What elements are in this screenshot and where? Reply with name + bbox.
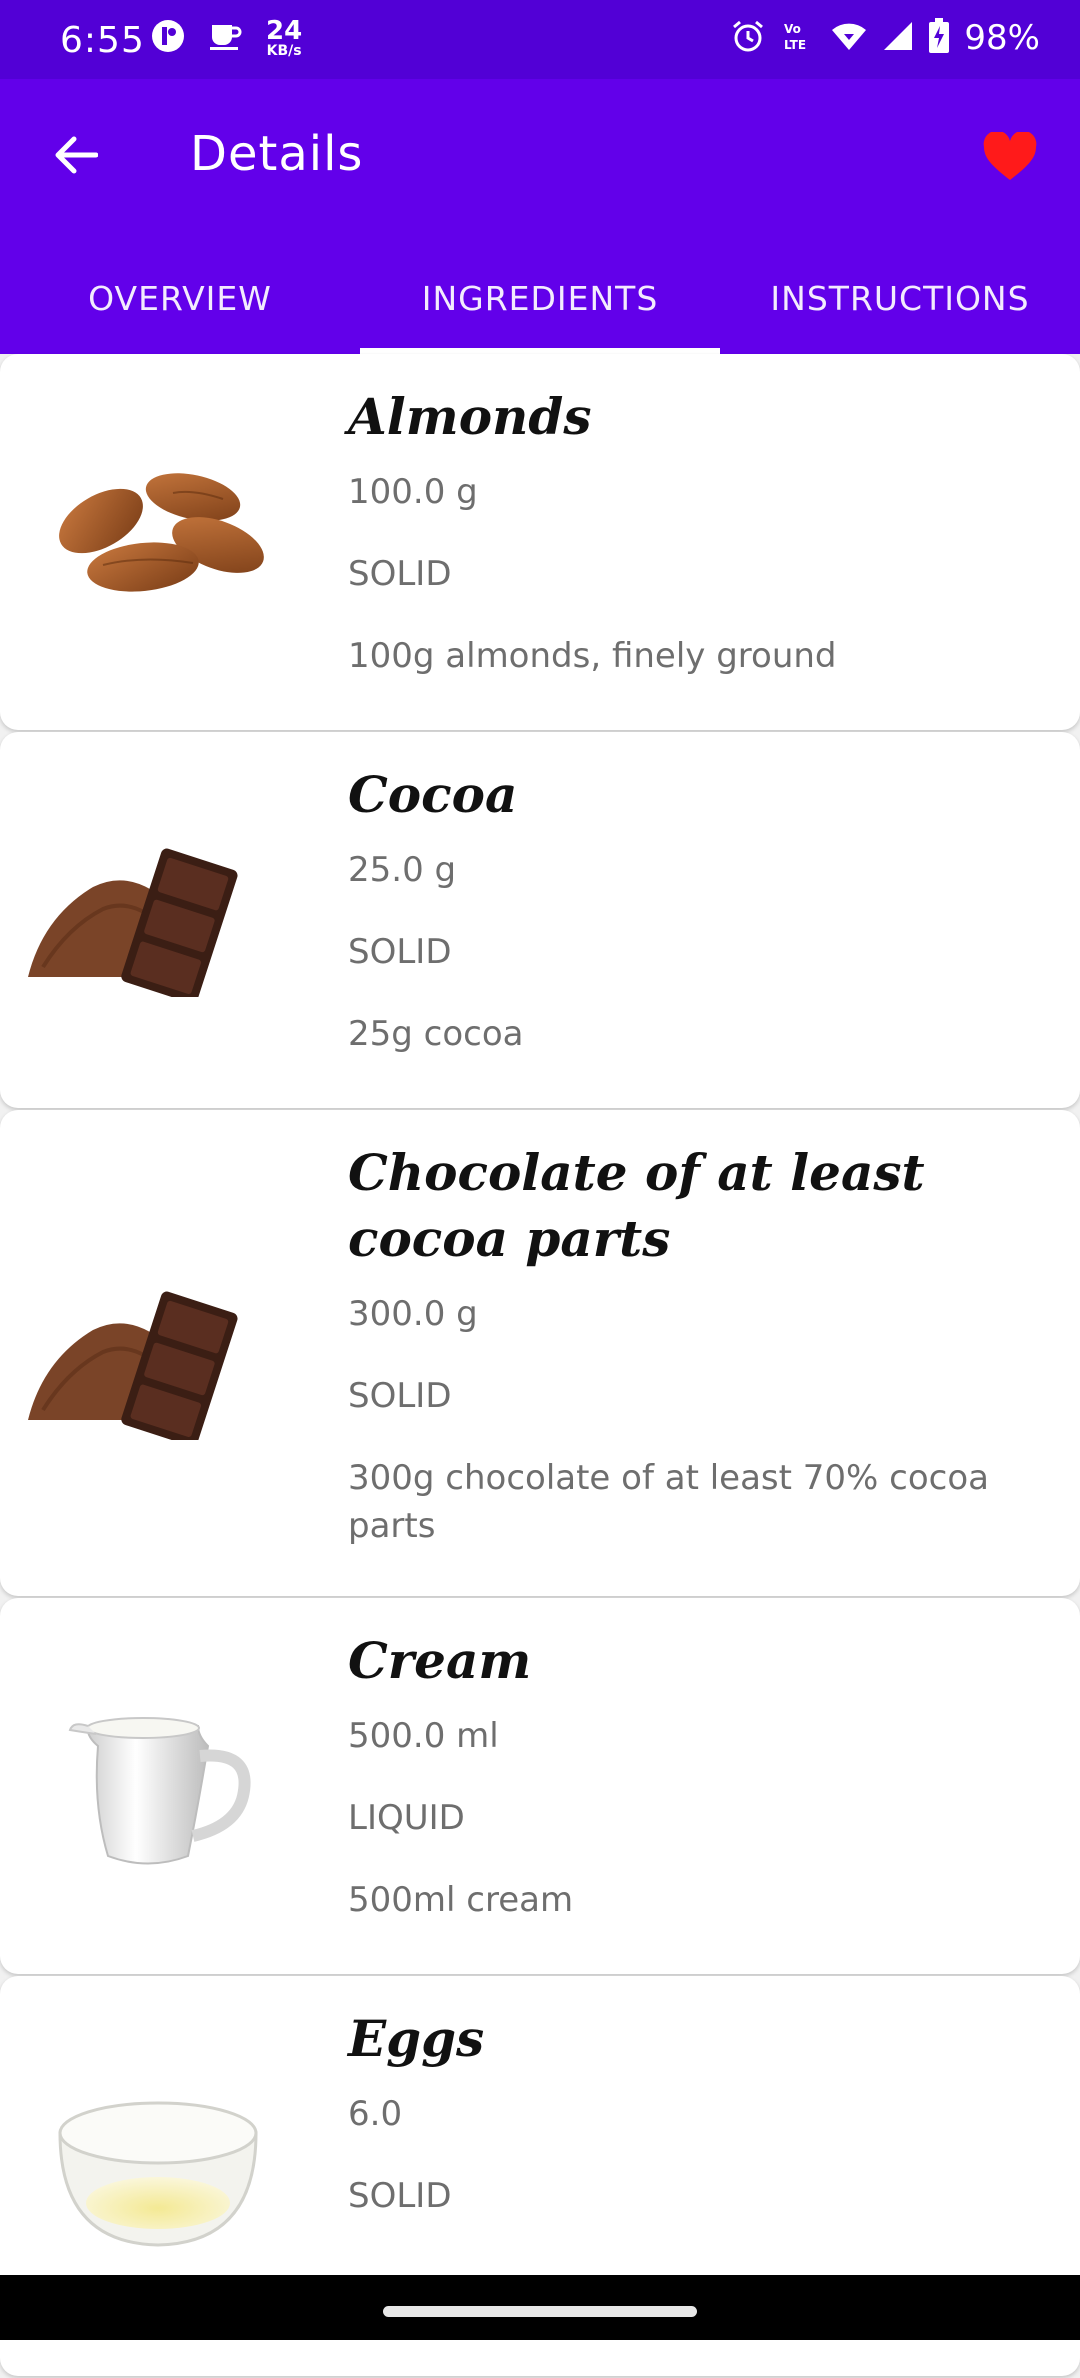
svg-text:Vo: Vo <box>784 22 801 36</box>
battery-charging-icon <box>928 18 950 58</box>
sync-icon <box>150 18 186 58</box>
ingredient-card[interactable]: Cocoa 25.0 g SOLID 25g cocoa <box>0 732 1080 1108</box>
volte-icon: Vo LTE <box>780 19 816 57</box>
home-gesture-handle[interactable] <box>383 2306 697 2317</box>
almonds-image <box>20 434 295 634</box>
ingredient-name: Chocolate of at least cocoa parts <box>348 1143 925 1268</box>
arrow-left-icon <box>55 136 98 174</box>
svg-text:LTE: LTE <box>784 38 806 52</box>
ingredient-name: Almonds <box>348 387 592 446</box>
ingredient-quantity: 25.0 g <box>348 850 457 890</box>
ingredient-description: 300g chocolate of at least 70% cocoa par… <box>348 1458 989 1546</box>
ingredient-details: Cocoa 25.0 g SOLID 25g cocoa <box>348 732 1080 1088</box>
tab-ingredients[interactable]: INGREDIENTS <box>360 253 720 354</box>
status-time: 6:55 <box>60 20 145 61</box>
cocoa-image <box>20 812 295 1012</box>
app-bar: Details OVERVIEW INGREDIENTS INSTRUCTION… <box>0 79 1080 354</box>
ingredient-card[interactable]: Cream 500.0 ml LIQUID 500ml cream <box>0 1598 1080 1974</box>
coffee-cup-icon <box>208 19 244 57</box>
battery-percent: 98% <box>964 18 1040 58</box>
ingredient-quantity: 100.0 g <box>348 472 478 512</box>
net-speed-indicator: 24 KB/s <box>266 18 302 58</box>
ingredient-type: SOLID <box>348 2176 452 2216</box>
tab-overview[interactable]: OVERVIEW <box>0 253 360 354</box>
ingredient-card[interactable]: Almonds 100.0 g SOLID 100g almonds, fine… <box>0 354 1080 730</box>
egg-bowl-image <box>20 2068 295 2268</box>
ingredient-type: SOLID <box>348 932 452 972</box>
ingredient-description: 500ml cream <box>348 1880 574 1920</box>
ingredient-details: Almonds 100.0 g SOLID 100g almonds, fine… <box>348 354 1080 710</box>
status-left-icons: 24 KB/s <box>150 18 302 58</box>
ingredient-quantity: 300.0 g <box>348 1294 478 1334</box>
ingredient-name: Eggs <box>348 2009 485 2068</box>
system-nav-bar <box>0 2275 1080 2340</box>
ingredient-type: SOLID <box>348 554 452 594</box>
ingredient-card[interactable]: Chocolate of at least cocoa parts 300.0 … <box>0 1110 1080 1596</box>
cell-signal-icon <box>882 20 914 56</box>
ingredient-name: Cocoa <box>348 765 518 824</box>
ingredient-type: LIQUID <box>348 1798 465 1838</box>
ingredient-details: Chocolate of at least cocoa parts 300.0 … <box>348 1110 1080 1580</box>
ingredient-details: Eggs 6.0 SOLID <box>348 1976 1080 2250</box>
ingredient-quantity: 500.0 ml <box>348 1716 499 1756</box>
ingredient-description: 100g almonds, finely ground <box>348 636 837 676</box>
status-bar: 6:55 24 KB/s Vo LTE 98% <box>0 0 1080 79</box>
back-button[interactable] <box>40 115 110 195</box>
net-speed-unit: KB/s <box>266 43 302 59</box>
cocoa-image <box>20 1255 295 1455</box>
favorite-button[interactable] <box>970 119 1050 195</box>
ingredient-quantity: 6.0 <box>348 2094 403 2134</box>
ingredient-description: 25g cocoa <box>348 1014 524 1054</box>
net-speed-value: 24 <box>266 16 303 46</box>
ingredient-type: SOLID <box>348 1376 452 1416</box>
tab-instructions[interactable]: INSTRUCTIONS <box>720 253 1080 354</box>
tab-bar: OVERVIEW INGREDIENTS INSTRUCTIONS <box>0 253 1080 354</box>
ingredient-list: Almonds 100.0 g SOLID 100g almonds, fine… <box>0 354 1080 2378</box>
alarm-icon <box>730 18 766 58</box>
ingredient-name: Cream <box>348 1631 532 1690</box>
cream-jug-image <box>20 1686 295 1886</box>
page-title: Details <box>190 126 364 182</box>
heart-icon <box>983 132 1037 180</box>
ingredient-details: Cream 500.0 ml LIQUID 500ml cream <box>348 1598 1080 1954</box>
status-right-icons: Vo LTE 98% <box>730 18 1040 58</box>
wifi-icon <box>830 20 868 56</box>
